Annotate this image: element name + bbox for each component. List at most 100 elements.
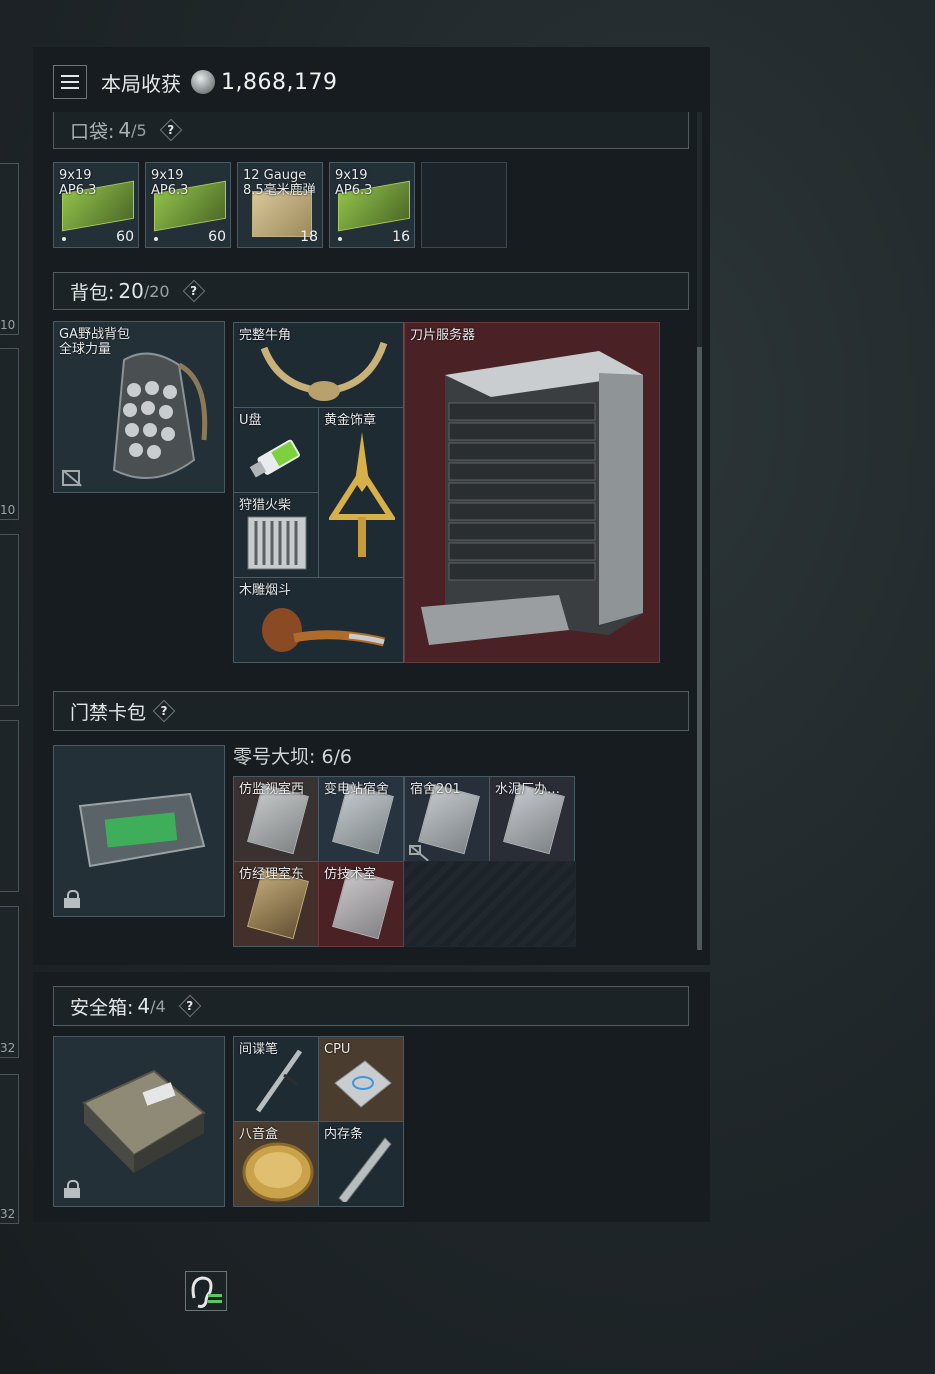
safebox-max: /4 — [150, 996, 166, 1016]
ammo-dot-icon — [62, 237, 66, 241]
pocket-item[interactable]: 12 Gauge 8.5毫米鹿弹 18 — [237, 162, 323, 248]
item-name: 仿技术室 — [324, 867, 377, 882]
pocket-section-header: 口袋: 4 /5 ? — [53, 112, 689, 149]
item-name: 狩猎火柴 — [239, 498, 292, 513]
menu-icon[interactable] — [53, 65, 87, 99]
item-name: CPU — [324, 1042, 351, 1057]
slot-count: 10 — [0, 318, 16, 332]
equipped-backpack[interactable]: GA野战背包 全球力量 — [53, 321, 225, 493]
backpack-item-pipe[interactable]: 木雕烟斗 — [233, 577, 404, 663]
left-panel-slot[interactable]: 10 — [0, 348, 19, 520]
keycard-slot[interactable]: 仿经理室东 — [233, 861, 319, 947]
item-name: GA野战背包 全球力量 — [59, 327, 130, 357]
safebox-item-ram[interactable]: 内存条 — [318, 1121, 404, 1207]
left-panel-slot[interactable]: 32 — [0, 906, 19, 1058]
item-name: 仿监视室西 — [239, 782, 305, 797]
backpack-label: 背包: — [70, 281, 115, 304]
item-name: 水泥厂办… — [495, 782, 561, 797]
item-name: 仿经理室东 — [239, 867, 305, 882]
help-icon[interactable]: ? — [154, 701, 174, 721]
item-name: 12 Gauge 8.5毫米鹿弹 — [243, 168, 316, 198]
item-name: 9x19 AP6.3 — [59, 168, 97, 198]
music-box-icon — [242, 1142, 314, 1202]
ear-icon[interactable] — [185, 1271, 227, 1311]
backpack-section-header: 背包: 20 /20 ? — [53, 272, 689, 310]
pocket-item[interactable]: 9x19 AP6.3 60 — [53, 162, 139, 248]
left-panel-slot[interactable] — [0, 720, 19, 892]
ammo-dot-icon — [154, 237, 158, 241]
safebox-count: 4 — [137, 994, 151, 1018]
pocket-item[interactable]: 9x19 AP6.3 16 — [329, 162, 415, 248]
item-name: 间谍笔 — [239, 1042, 279, 1057]
item-name: 9x19 AP6.3 — [151, 168, 189, 198]
pocket-max: /5 — [131, 120, 147, 140]
item-qty: 60 — [208, 229, 226, 245]
cpu-chip-icon — [334, 1060, 392, 1108]
safebox-item-cpu[interactable]: CPU — [318, 1036, 404, 1122]
left-panel-slot[interactable]: 10 — [0, 163, 19, 335]
item-name: 变电站宿舍 — [324, 782, 390, 797]
ram-stick-icon — [338, 1137, 392, 1202]
safebox-item-spy-pen[interactable]: 间谍笔 — [233, 1036, 319, 1122]
map-card-count: 零号大坝: 6/6 — [233, 746, 353, 768]
ammo-dot-icon — [338, 237, 342, 241]
item-name: 黄金饰章 — [324, 413, 377, 428]
no-equip-icon — [409, 845, 421, 855]
keycard-empty-area — [404, 861, 576, 947]
coin-icon — [191, 70, 215, 94]
backpack-icon — [112, 352, 208, 479]
help-icon[interactable]: ? — [161, 120, 181, 140]
lock-icon — [64, 890, 80, 908]
keycard-slot[interactable]: 变电站宿舍 — [318, 776, 404, 862]
backpack-item-blade-server[interactable]: 刀片服务器 — [404, 322, 660, 663]
safebox-label: 安全箱: — [70, 996, 134, 1019]
item-name: U盘 — [239, 413, 262, 428]
keycard-case-icon — [78, 792, 206, 868]
loot-header: 本局收获 1,868,179 — [53, 64, 337, 100]
no-equip-icon — [62, 470, 80, 486]
slot-count: 32 — [0, 1207, 16, 1221]
backpack-item-gold-badge[interactable]: 黄金饰章 — [318, 407, 404, 578]
item-qty: 16 — [392, 229, 410, 245]
keycard-section-header: 门禁卡包 ? — [53, 691, 689, 731]
gold-badge-icon — [329, 432, 395, 557]
item-name: 完整牛角 — [239, 328, 292, 343]
horn-icon — [260, 341, 388, 401]
safebox-case[interactable] — [53, 1036, 225, 1207]
backpack-item-usb[interactable]: U盘 — [233, 407, 319, 493]
blade-server-icon — [421, 351, 643, 645]
left-panel-slot[interactable]: 32 — [0, 1074, 19, 1224]
backpack-count: 20 — [118, 279, 144, 303]
help-icon[interactable]: ? — [184, 281, 204, 301]
safebox-icon — [82, 1069, 206, 1173]
item-name: 刀片服务器 — [410, 328, 476, 343]
safebox-section-header: 安全箱: 4 /4 ? — [53, 986, 689, 1026]
total-value: 1,868,179 — [221, 69, 338, 95]
slot-count: 32 — [0, 1041, 16, 1055]
slot-count: 10 — [0, 503, 16, 517]
keycard-slot[interactable]: 水泥厂办… — [489, 776, 575, 862]
keycard-slot[interactable]: 宿舍201 — [404, 776, 490, 862]
item-name: 9x19 AP6.3 — [335, 168, 373, 198]
scrollbar[interactable] — [697, 112, 702, 950]
keycard-case[interactable] — [53, 745, 225, 917]
pocket-label: 口袋: — [70, 120, 115, 143]
backpack-max: /20 — [143, 281, 170, 301]
pocket-empty-slot[interactable] — [421, 162, 507, 248]
left-panel-slot[interactable] — [0, 534, 19, 706]
item-name: 八音盒 — [239, 1127, 279, 1142]
pipe-icon — [262, 608, 386, 652]
safebox-item-music-box[interactable]: 八音盒 — [233, 1121, 319, 1207]
keycard-slot[interactable]: 仿监视室西 — [233, 776, 319, 862]
backpack-item-horn[interactable]: 完整牛角 — [233, 322, 404, 408]
usb-drive-icon — [249, 439, 300, 478]
pocket-item[interactable]: 9x19 AP6.3 60 — [145, 162, 231, 248]
item-name: 内存条 — [324, 1127, 364, 1142]
help-icon[interactable]: ? — [180, 996, 200, 1016]
scrollbar-thumb[interactable] — [697, 347, 702, 950]
matches-icon — [247, 516, 307, 570]
keycard-slot[interactable]: 仿技术室 — [318, 861, 404, 947]
backpack-item-matches[interactable]: 狩猎火柴 — [233, 492, 319, 578]
lock-icon — [64, 1180, 80, 1198]
item-qty: 18 — [300, 229, 318, 245]
